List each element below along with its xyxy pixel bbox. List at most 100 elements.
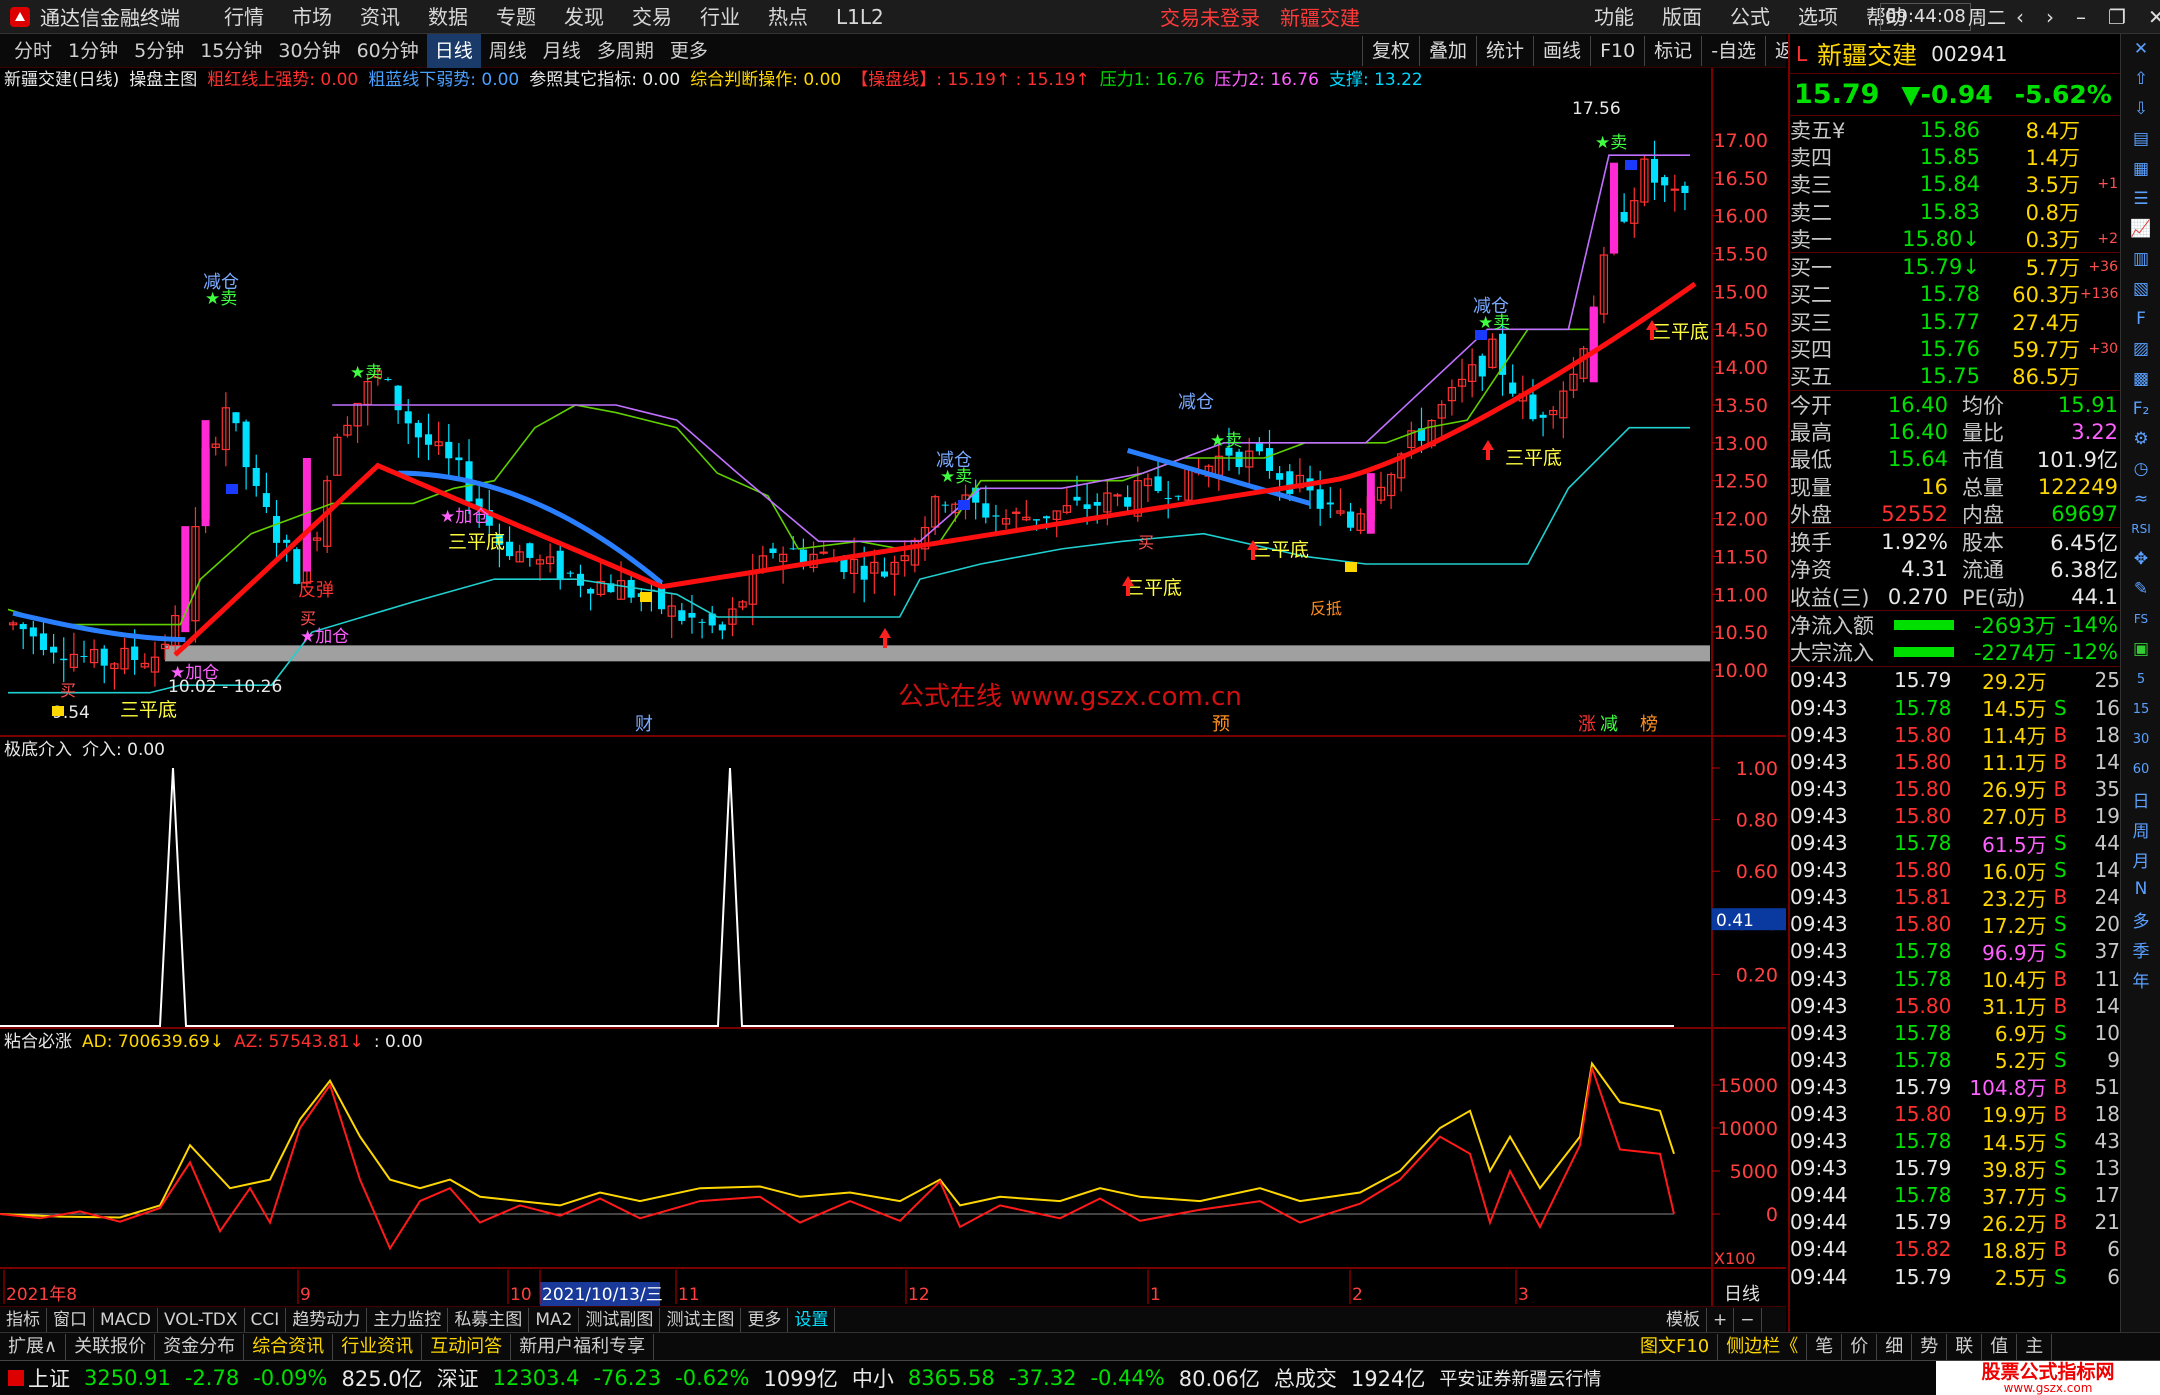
chart-icon[interactable]: 📈 (2121, 214, 2160, 244)
gear-icon[interactable]: ⚙ (2121, 424, 2160, 454)
candle-icon[interactable]: ▥ (2121, 244, 2160, 274)
menu-item-7[interactable]: 行业 (686, 0, 754, 34)
indicator-tab-3[interactable]: VOL-TDX (158, 1307, 245, 1332)
bid-row[interactable]: 买二 15.78 60.3万 +136 (1790, 281, 2120, 308)
minimize-icon[interactable]: – (2076, 5, 2086, 29)
indicator-tab-4[interactable]: CCI (245, 1307, 287, 1332)
indicator-tab-0[interactable]: 指标 (0, 1307, 47, 1332)
side-tab-3[interactable]: 价 (1842, 1333, 1878, 1360)
indicator-tab-2[interactable]: MACD (94, 1307, 158, 1332)
close-panel-icon[interactable]: ✕ (2121, 34, 2160, 64)
period-tab-3[interactable]: 15分钟 (192, 34, 270, 68)
side-period-1[interactable]: 周 (2121, 814, 2160, 844)
doc-icon[interactable]: ▩ (2121, 364, 2160, 394)
menu-item-0[interactable]: 行情 (210, 0, 278, 34)
zx-label[interactable]: 中小 (852, 1363, 894, 1393)
bid-row[interactable]: 买四 15.76 59.7万 +30 (1790, 335, 2120, 362)
indicator-tab-12[interactable]: 设置 (788, 1307, 836, 1332)
template-tab-2[interactable]: − (1734, 1307, 1762, 1332)
menu-item-8[interactable]: 热点 (754, 0, 822, 34)
info-tab-6[interactable]: 新用户福利专享 (511, 1333, 655, 1360)
pen-icon[interactable]: ✎ (2121, 574, 2160, 604)
side-tab-5[interactable]: 势 (1912, 1333, 1948, 1360)
back-icon[interactable]: ‹ (2016, 5, 2024, 29)
period-tab-1[interactable]: 1分钟 (60, 34, 126, 68)
toolbar-button-4[interactable]: F10 (1590, 35, 1644, 66)
up-arrow-icon[interactable]: ⇧ (2121, 64, 2160, 94)
toolbar-button-6[interactable]: -自选 (1701, 35, 1765, 66)
indicator-tab-11[interactable]: 更多 (741, 1307, 789, 1332)
indicator-tab-1[interactable]: 窗口 (47, 1307, 94, 1332)
period-tab-4[interactable]: 30分钟 (270, 34, 348, 68)
side-tab-7[interactable]: 值 (1982, 1333, 2018, 1360)
sz-label[interactable]: 深证 (437, 1363, 479, 1393)
menu-item-1[interactable]: 市场 (278, 0, 346, 34)
restore-icon[interactable]: ❐ (2108, 5, 2126, 29)
clock-icon[interactable]: ◷ (2121, 454, 2160, 484)
green-icon[interactable]: ▣ (2121, 634, 2160, 664)
candle[interactable] (293, 547, 301, 585)
toolbar-button-1[interactable]: 叠加 (1419, 35, 1476, 66)
grid-icon[interactable]: ▦ (2121, 154, 2160, 184)
period-tab-8[interactable]: 月线 (535, 34, 589, 68)
info-tab-0[interactable]: 扩展∧ (0, 1333, 67, 1360)
side-period-0[interactable]: 日 (2121, 784, 2160, 814)
num60-icon[interactable]: 60 (2121, 754, 2160, 784)
toolbar-button-3[interactable]: 画线 (1533, 35, 1590, 66)
close-icon[interactable]: ✕ (2148, 5, 2160, 29)
side-tab-0[interactable]: 图文F10 (1632, 1333, 1719, 1360)
login-status[interactable]: 交易未登录 (1160, 2, 1260, 31)
menu-item-5[interactable]: 发现 (550, 0, 618, 34)
indicator-tab-6[interactable]: 主力监控 (367, 1307, 449, 1332)
rsi-text-icon[interactable]: RSI (2121, 514, 2160, 544)
table-icon[interactable]: ▧ (2121, 274, 2160, 304)
indicator-tab-5[interactable]: 趋势动力 (286, 1307, 368, 1332)
side-period-5[interactable]: 季 (2121, 934, 2160, 964)
main-indicator-name[interactable]: 操盘主图 (129, 68, 197, 92)
bar-icon[interactable]: ▨ (2121, 334, 2160, 364)
ask-row[interactable]: 卖一 15.80↓ 0.3万 +2 (1790, 225, 2120, 252)
period-tab-5[interactable]: 60分钟 (349, 34, 427, 68)
bid-row[interactable]: 买五 15.75 86.5万 (1790, 363, 2120, 390)
layout-icon[interactable]: ▤ (2121, 124, 2160, 154)
ask-row[interactable]: 卖三 15.84 3.5万 +1 (1790, 171, 2120, 198)
menu-item-4[interactable]: 专题 (482, 0, 550, 34)
ask-row[interactable]: 卖五¥ 15.86 8.4万 (1790, 116, 2120, 143)
menu-right-item-1[interactable]: 版面 (1648, 0, 1716, 34)
period-tab-9[interactable]: 多周期 (589, 34, 662, 68)
template-tab-0[interactable]: 模板 (1660, 1307, 1707, 1332)
menu-item-2[interactable]: 资讯 (346, 0, 414, 34)
indicator-tab-7[interactable]: 私募主图 (448, 1307, 530, 1332)
side-tab-6[interactable]: 联 (1947, 1333, 1983, 1360)
side-tab-2[interactable]: 笔 (1807, 1333, 1843, 1360)
down-arrow-icon[interactable]: ⇩ (2121, 94, 2160, 124)
info-tab-1[interactable]: 关联报价 (66, 1333, 156, 1360)
side-tab-8[interactable]: 主 (2017, 1333, 2053, 1360)
f10-icon[interactable]: F (2121, 304, 2160, 334)
indicator-tab-9[interactable]: 测试副图 (579, 1307, 661, 1332)
num5-icon[interactable]: 5 (2121, 664, 2160, 694)
period-tab-10[interactable]: 更多 (662, 34, 716, 68)
side-period-2[interactable]: 月 (2121, 844, 2160, 874)
period-tab-2[interactable]: 5分钟 (126, 34, 192, 68)
indicator-tab-10[interactable]: 测试主图 (660, 1307, 742, 1332)
chart-area[interactable]: 17.00 16.50 16.00 15.50 15.00 14.50 14.00 13.50… (0, 68, 1786, 1306)
tick-list[interactable]: 09:43 15.79 29.2万 25 09:43 15.78 14.5万 S 16 09:43… (1790, 667, 2120, 1290)
side-period-6[interactable]: 年 (2121, 964, 2160, 994)
menu-right-item-3[interactable]: 选项 (1784, 0, 1852, 34)
template-tab-1[interactable]: + (1707, 1307, 1735, 1332)
fs-icon[interactable]: FS (2121, 604, 2160, 634)
menu-item-3[interactable]: 数据 (414, 0, 482, 34)
ask-row[interactable]: 卖二 15.83 0.8万 (1790, 198, 2120, 225)
f2-icon[interactable]: F₂ (2121, 394, 2160, 424)
info-tab-5[interactable]: 互动问答 (422, 1333, 512, 1360)
sh-label[interactable]: 上证 (28, 1363, 70, 1393)
side-period-3[interactable]: N (2121, 874, 2160, 904)
indicator-tab-8[interactable]: MA2 (529, 1307, 580, 1332)
list-icon[interactable]: ☰ (2121, 184, 2160, 214)
bid-row[interactable]: 买一 15.79↓ 5.7万 +36 (1790, 253, 2120, 280)
info-tab-4[interactable]: 行业资讯 (333, 1333, 423, 1360)
toolbar-button-2[interactable]: 统计 (1476, 35, 1533, 66)
move-icon[interactable]: ✥ (2121, 544, 2160, 574)
period-tab-7[interactable]: 周线 (481, 34, 535, 68)
